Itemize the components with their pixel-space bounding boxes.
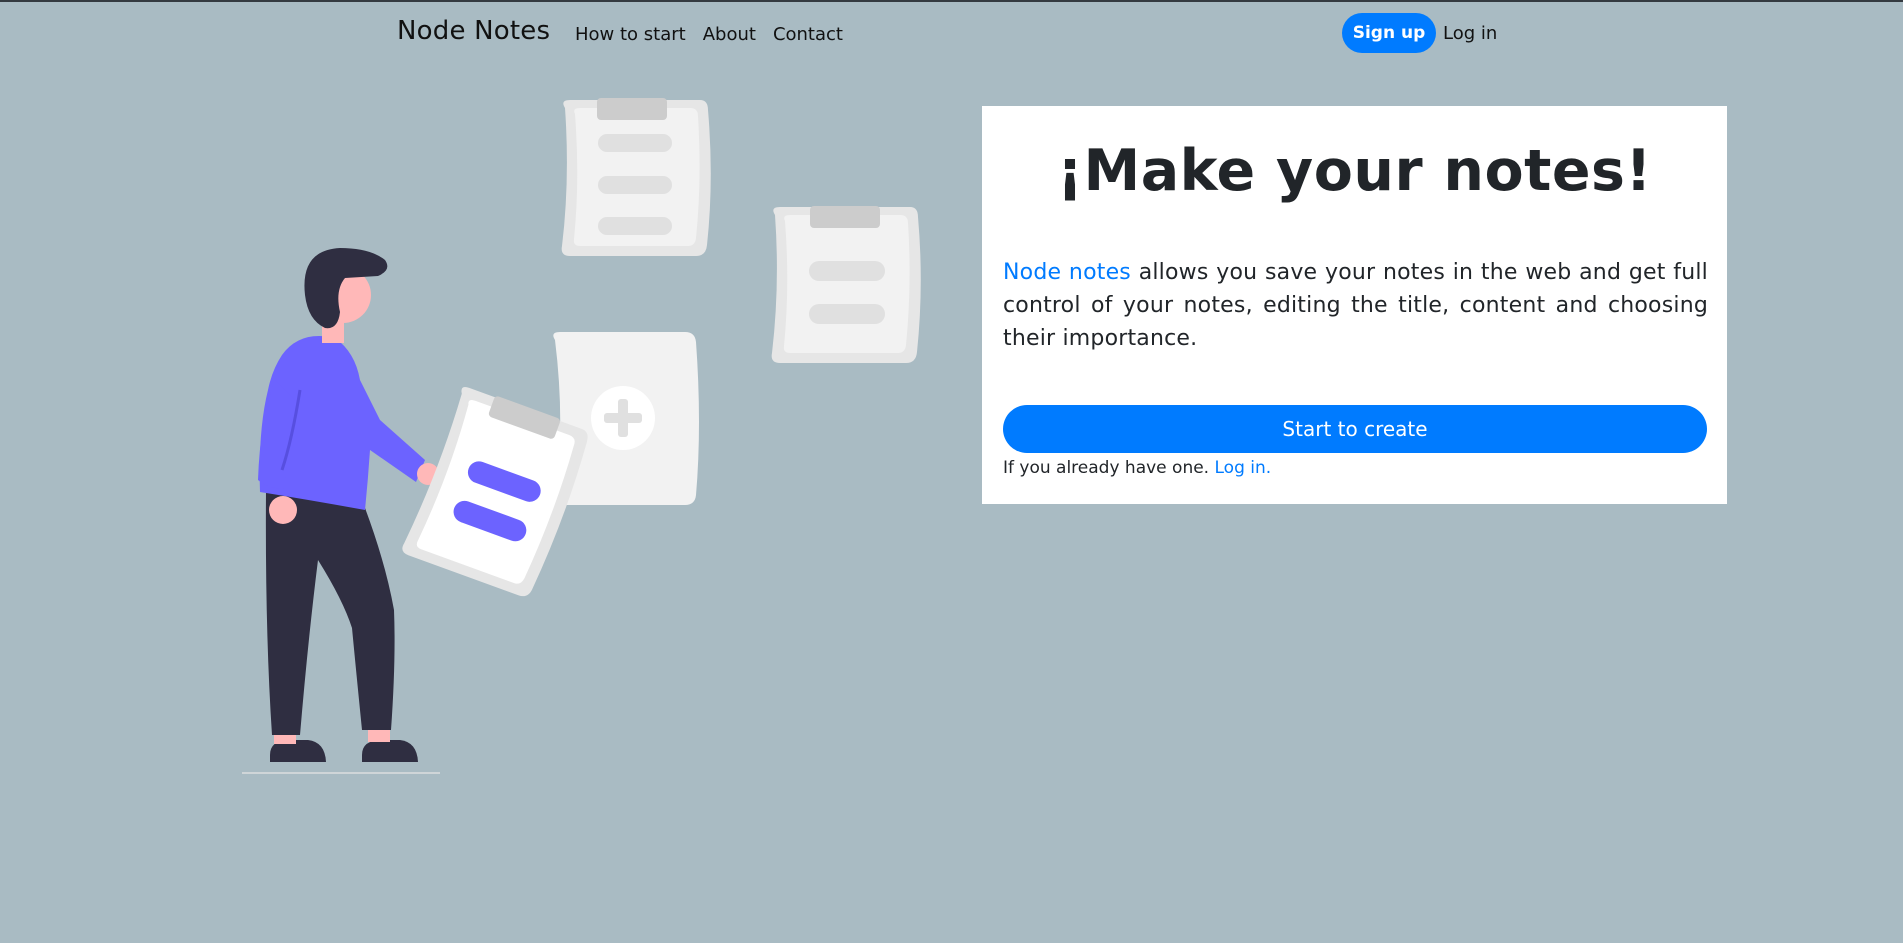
login-hint-link[interactable]: Log in. <box>1215 458 1272 478</box>
nav-links: How to start About Contact <box>575 24 860 45</box>
brand-logo-link[interactable]: Node Notes <box>397 16 550 46</box>
navbar: Node Notes How to start About Contact Si… <box>0 2 1903 64</box>
nav-link-about[interactable]: About <box>703 24 756 45</box>
hero-description: Node notes allows you save your notes in… <box>1003 256 1708 355</box>
person-figure <box>258 248 439 762</box>
sign-up-button[interactable]: Sign up <box>1342 13 1436 53</box>
hero-card: ¡Make your notes! Node notes allows you … <box>982 106 1727 504</box>
hero-title: ¡Make your notes! <box>1057 138 1652 204</box>
start-to-create-button[interactable]: Start to create <box>1003 405 1707 453</box>
log-in-link[interactable]: Log in <box>1443 23 1497 44</box>
person-with-notes-illustration <box>242 98 921 774</box>
clipboard-top-icon <box>561 98 711 256</box>
nav-link-how-to-start[interactable]: How to start <box>575 24 686 45</box>
login-hint: If you already have one. Log in. <box>1003 458 1271 478</box>
login-hint-text: If you already have one. <box>1003 458 1215 478</box>
node-notes-link[interactable]: Node notes <box>1003 260 1131 285</box>
nav-link-contact[interactable]: Contact <box>773 24 843 45</box>
clipboard-right-icon <box>771 206 921 363</box>
